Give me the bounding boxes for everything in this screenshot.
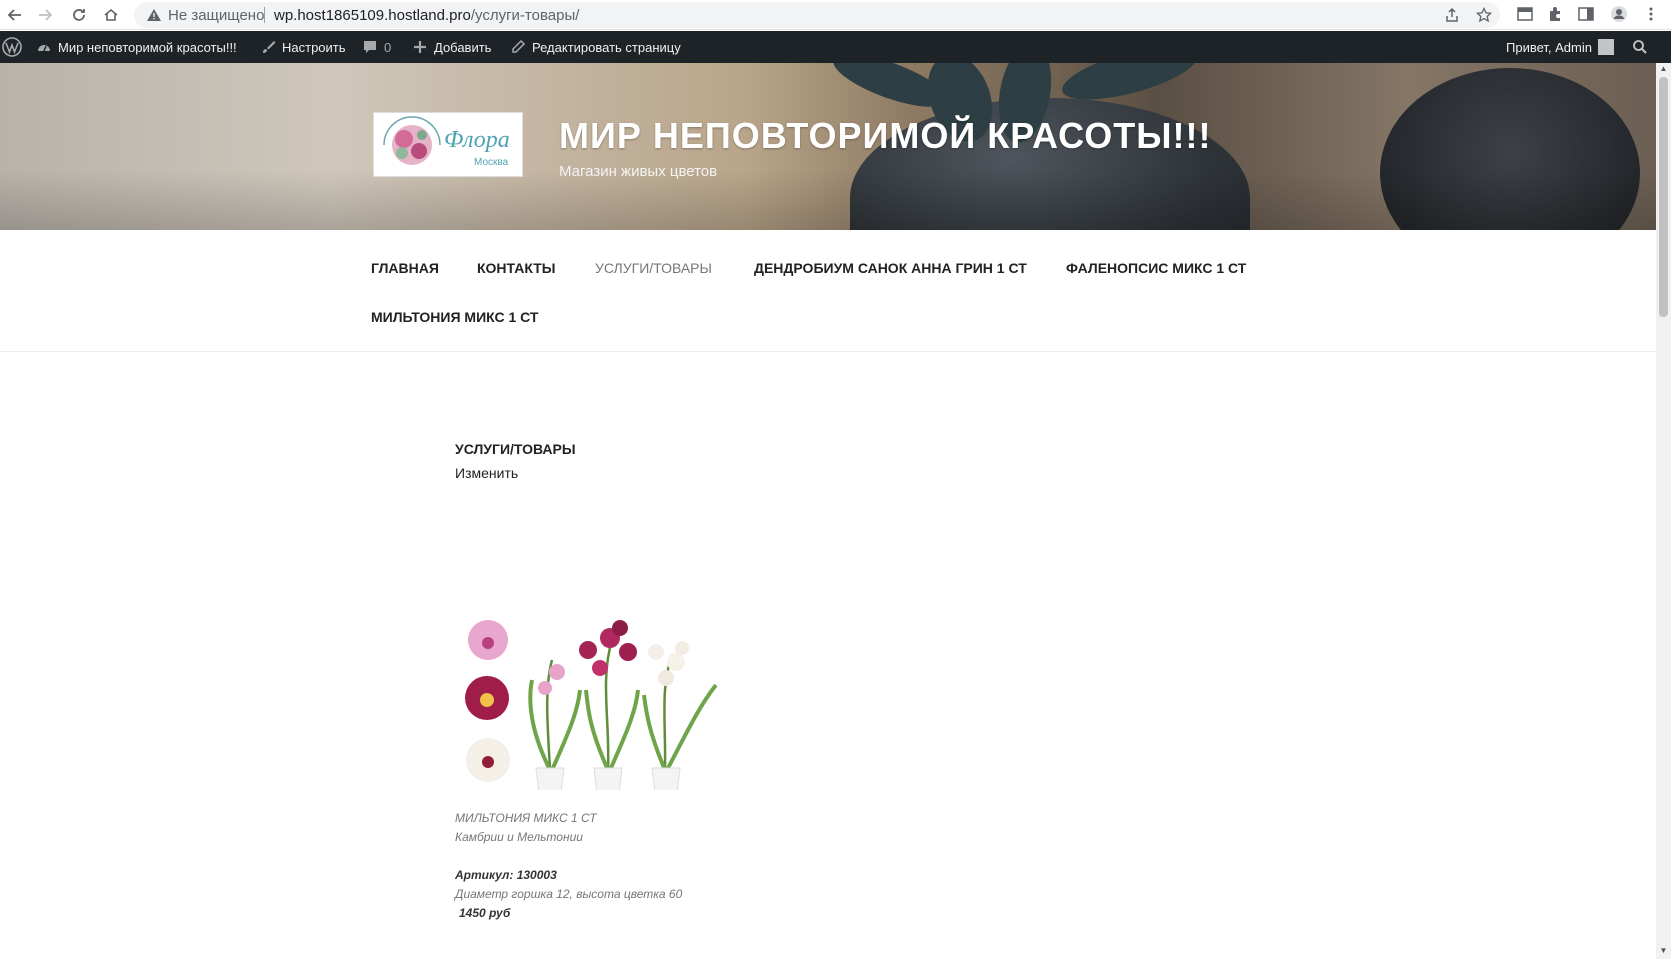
product-price: 1450 руб bbox=[459, 906, 511, 920]
admin-search-icon[interactable] bbox=[1632, 31, 1648, 63]
customize-label: Настроить bbox=[282, 39, 346, 55]
avatar bbox=[1597, 39, 1614, 55]
tab-search-icon[interactable] bbox=[1516, 5, 1534, 23]
header-shade bbox=[0, 170, 1656, 230]
edit-page-link[interactable]: Редактировать страницу bbox=[510, 31, 681, 63]
wp-admin-bar: Мир неповторимой красоты!!! Настроить 0 … bbox=[0, 31, 1671, 63]
nav-item-dendrobium[interactable]: Дендробиум Санок Анна Грин 1 ст bbox=[754, 260, 1027, 276]
plus-icon bbox=[414, 41, 426, 53]
comments-count: 0 bbox=[384, 39, 392, 55]
nav-item-contacts[interactable]: Контакты bbox=[477, 260, 555, 276]
add-new-label: Добавить bbox=[434, 39, 492, 55]
url-text[interactable]: wp.host1865109.hostland.pro/услуги-товар… bbox=[274, 7, 579, 24]
extensions-icon[interactable] bbox=[1546, 5, 1564, 23]
profile-icon[interactable] bbox=[1610, 5, 1628, 23]
customize-link[interactable]: Настроить bbox=[260, 31, 346, 63]
dashboard-icon bbox=[38, 45, 50, 52]
product-subtitle: Камбрии и Мельтонии bbox=[455, 830, 583, 844]
back-icon[interactable] bbox=[3, 3, 27, 27]
site-name-label: Мир неповторимой красоты!!! bbox=[58, 39, 237, 55]
site-title[interactable]: МИР НЕПОВТОРИМОЙ КРАСОТЫ!!! bbox=[559, 115, 1211, 157]
account-menu[interactable]: Привет, Admin bbox=[1506, 31, 1614, 63]
comment-icon bbox=[364, 41, 376, 53]
address-bar[interactable]: Не защищено wp.host1865109.hostland.pro/… bbox=[134, 2, 1500, 28]
pencil-icon bbox=[512, 39, 526, 53]
browser-toolbar: Не защищено wp.host1865109.hostland.pro/… bbox=[0, 0, 1671, 30]
scroll-thumb[interactable] bbox=[1659, 77, 1668, 317]
url-path: /услуги-товары/ bbox=[470, 7, 580, 24]
warning-icon bbox=[147, 9, 161, 21]
comments-link[interactable]: 0 bbox=[362, 31, 391, 63]
wp-logo-icon[interactable] bbox=[2, 31, 22, 63]
site-header: Флора Москва МИР НЕПОВТОРИМОЙ КРАСОТЫ!!!… bbox=[0, 63, 1656, 230]
scroll-down-icon[interactable]: ▼ bbox=[1659, 947, 1668, 955]
reload-icon[interactable] bbox=[67, 3, 91, 27]
browser-menu-icon[interactable] bbox=[1642, 5, 1660, 23]
url-host: wp.host1865109.hostland.pro bbox=[274, 7, 471, 24]
greeting-label: Привет, Admin bbox=[1506, 39, 1592, 55]
edit-link[interactable]: Изменить bbox=[455, 465, 518, 481]
page-scrollbar[interactable]: ▲ ▼ bbox=[1656, 63, 1671, 959]
product-specs: Диаметр горшка 12, высота цветка 60 bbox=[455, 887, 683, 901]
logo-subtext: Москва bbox=[474, 157, 509, 168]
logo-text: Флора bbox=[444, 127, 510, 153]
side-panel-icon[interactable] bbox=[1577, 5, 1595, 23]
nav-item-services-current[interactable]: Услуги/Товары bbox=[595, 260, 712, 276]
edit-page-label: Редактировать страницу bbox=[532, 39, 681, 55]
product-name: МИЛЬТОНИЯ МИКС 1 СТ bbox=[455, 811, 597, 825]
product-image[interactable] bbox=[460, 610, 725, 794]
site-name-link[interactable]: Мир неповторимой красоты!!! bbox=[36, 31, 237, 63]
primary-navigation: Главная Контакты Услуги/Товары Дендробиу… bbox=[0, 230, 1656, 352]
share-icon[interactable] bbox=[1444, 7, 1460, 23]
bookmark-star-icon[interactable] bbox=[1476, 7, 1492, 23]
scroll-up-icon[interactable]: ▲ bbox=[1659, 65, 1668, 73]
nav-item-phalaenopsis[interactable]: Фаленопсис микс 1 ст bbox=[1066, 260, 1246, 276]
nav-item-home[interactable]: Главная bbox=[371, 260, 439, 276]
forward-icon[interactable] bbox=[33, 3, 57, 27]
add-new-link[interactable]: Добавить bbox=[412, 31, 491, 63]
product-sku: Артикул: 130003 bbox=[455, 868, 557, 882]
nav-item-miltonia[interactable]: Мильтония микс 1 ст bbox=[371, 309, 539, 325]
address-separator bbox=[264, 7, 265, 23]
site-logo[interactable]: Флора Москва bbox=[373, 112, 523, 177]
security-status[interactable]: Не защищено bbox=[168, 7, 264, 24]
home-icon[interactable] bbox=[99, 3, 123, 27]
brush-icon bbox=[263, 41, 276, 53]
site-description: Магазин живых цветов bbox=[559, 163, 718, 180]
page-title: УСЛУГИ/ТОВАРЫ bbox=[455, 441, 576, 457]
